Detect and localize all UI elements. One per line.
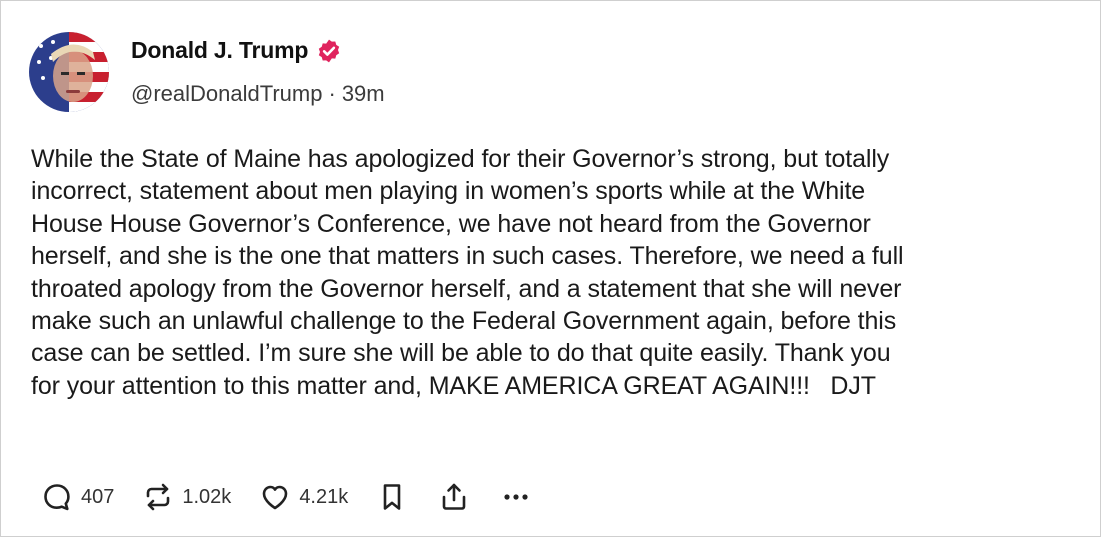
- author-display-name[interactable]: Donald J. Trump: [131, 37, 308, 64]
- more-icon: [500, 481, 532, 513]
- avatar[interactable]: [29, 32, 109, 112]
- repost-icon: [142, 481, 174, 513]
- like-icon: [259, 481, 291, 513]
- verified-badge-icon: [316, 38, 342, 64]
- post-actions-bar: 407 1.02k 4.21k: [41, 477, 562, 517]
- bookmark-button[interactable]: [376, 481, 408, 513]
- share-button[interactable]: [438, 481, 470, 513]
- like-count: 4.21k: [299, 485, 349, 508]
- meta-separator: ·: [328, 81, 336, 106]
- bookmark-icon: [376, 481, 408, 513]
- like-button[interactable]: 4.21k: [259, 481, 348, 513]
- more-options-button[interactable]: [500, 481, 532, 513]
- author-handle[interactable]: @realDonaldTrump: [131, 81, 322, 107]
- author-name-row: Donald J. Trump: [131, 37, 342, 64]
- avatar-image: [29, 32, 109, 112]
- post-timestamp[interactable]: 39m: [342, 81, 385, 107]
- repost-count: 1.02k: [182, 485, 232, 508]
- reply-icon: [41, 481, 73, 513]
- share-icon: [438, 481, 470, 513]
- reply-button[interactable]: 407: [41, 481, 114, 513]
- reply-count: 407: [81, 485, 115, 508]
- author-meta-row: @realDonaldTrump · 39m: [131, 81, 385, 107]
- repost-button[interactable]: 1.02k: [142, 481, 231, 513]
- post-body-text: While the State of Maine has apologized …: [31, 145, 904, 400]
- post-card: Donald J. Trump @realDonaldTrump · 39m W…: [0, 0, 1101, 537]
